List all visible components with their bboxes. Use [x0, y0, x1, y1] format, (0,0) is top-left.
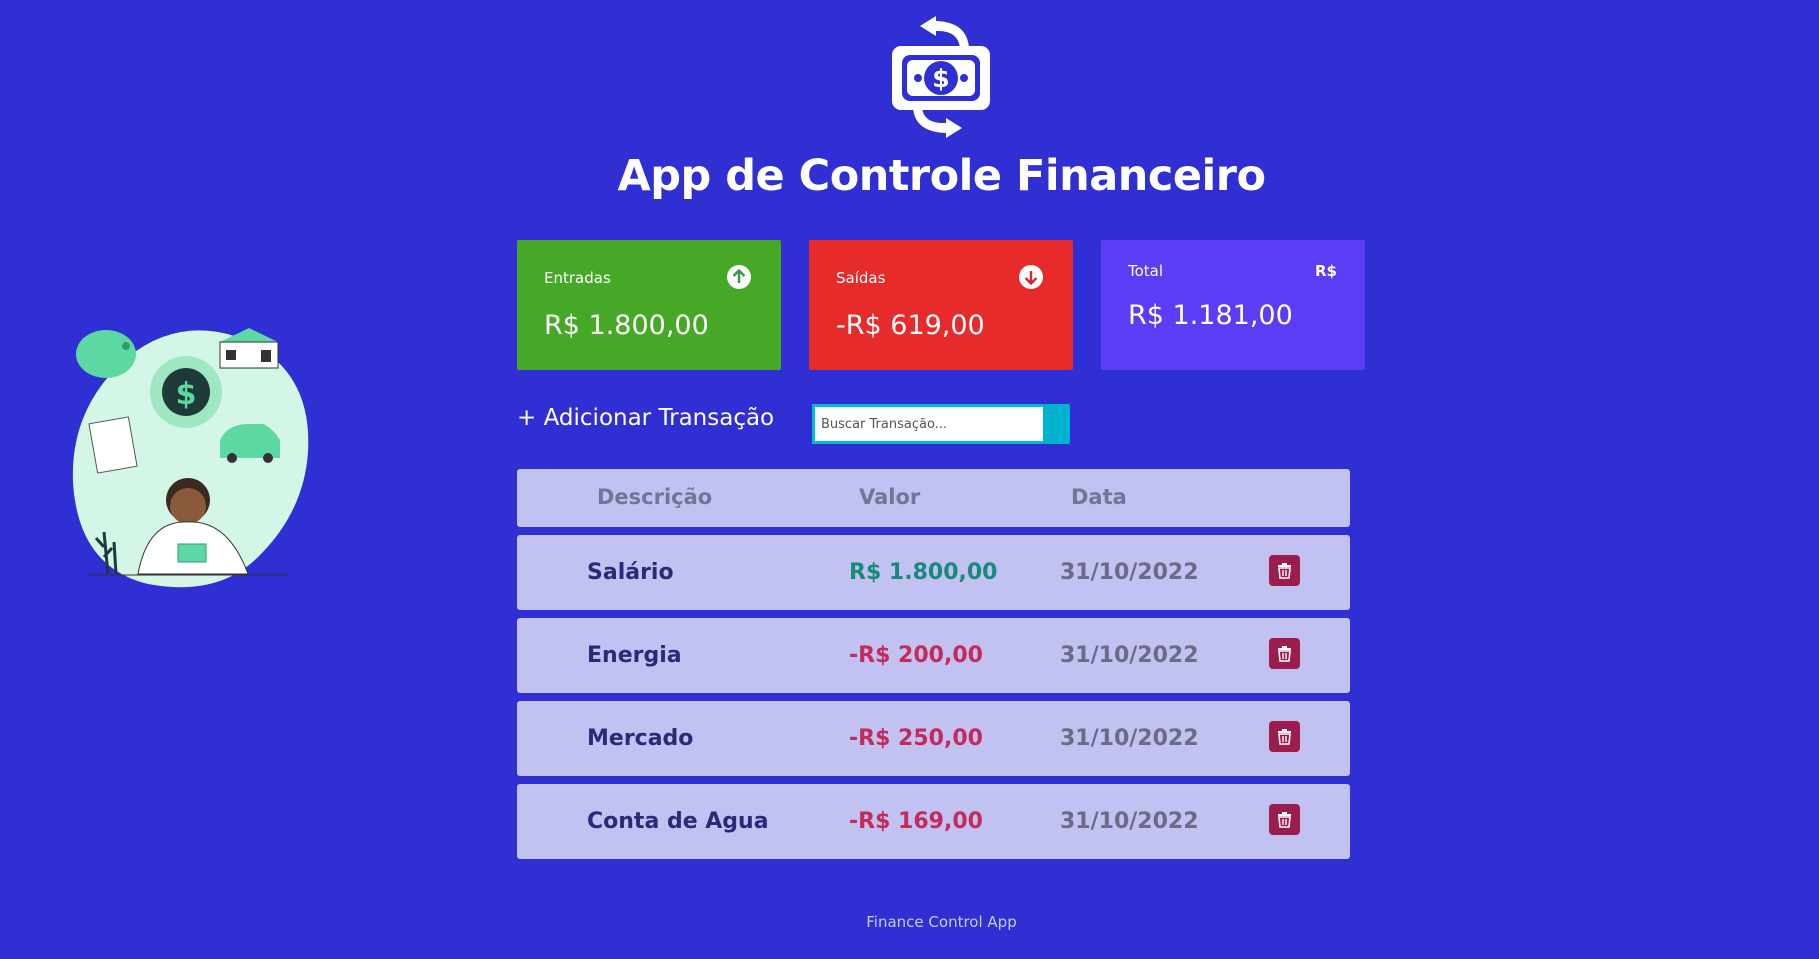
add-transaction-button[interactable]: + Adicionar Transação [517, 405, 774, 431]
expense-label: Saídas [836, 269, 886, 287]
row-value: R$ 1.800,00 [849, 560, 998, 585]
row-description: Conta de Agua [587, 809, 769, 834]
income-card: Entradas R$ 1.800,00 [517, 240, 781, 370]
row-value: -R$ 200,00 [849, 643, 983, 668]
expense-value: -R$ 619,00 [836, 310, 985, 341]
trash-icon [1278, 729, 1291, 745]
svg-text:$: $ [176, 377, 197, 412]
header-description: Descrição [597, 485, 713, 509]
row-description: Salário [587, 560, 674, 585]
svg-text:$: $ [932, 64, 949, 93]
arrow-down-circle-icon [1019, 265, 1043, 289]
row-value: -R$ 250,00 [849, 726, 983, 751]
delete-button[interactable] [1269, 555, 1300, 586]
arrow-up-circle-icon [727, 265, 751, 289]
income-label: Entradas [544, 269, 611, 287]
total-value: R$ 1.181,00 [1128, 300, 1293, 331]
row-date: 31/10/2022 [1060, 726, 1199, 751]
money-exchange-logo-icon: $ [892, 16, 990, 138]
delete-button[interactable] [1269, 638, 1300, 669]
row-value: -R$ 169,00 [849, 809, 983, 834]
row-date: 31/10/2022 [1060, 809, 1199, 834]
page-title: App de Controle Financeiro [617, 151, 1266, 201]
delete-button[interactable] [1269, 721, 1300, 752]
trash-icon [1278, 812, 1291, 828]
row-date: 31/10/2022 [1060, 643, 1199, 668]
header-date: Data [1071, 485, 1127, 509]
row-date: 31/10/2022 [1060, 560, 1199, 585]
row-description: Energia [587, 643, 682, 668]
currency-symbol: R$ [1315, 262, 1337, 280]
transactions-table: Descrição Valor Data Salário R$ 1.800,00… [517, 469, 1350, 867]
table-row: Salário R$ 1.800,00 31/10/2022 [517, 535, 1350, 610]
table-row: Mercado -R$ 250,00 31/10/2022 [517, 701, 1350, 776]
finance-illustration: $ [72, 328, 309, 588]
expense-card: Saídas -R$ 619,00 [809, 240, 1073, 370]
trash-icon [1278, 563, 1291, 579]
table-row: Conta de Agua -R$ 169,00 31/10/2022 [517, 784, 1350, 859]
trash-icon [1278, 646, 1291, 662]
search-button[interactable] [1043, 404, 1070, 444]
search-input[interactable] [812, 404, 1043, 444]
search-bar [812, 404, 1070, 444]
table-header: Descrição Valor Data [517, 469, 1350, 527]
income-value: R$ 1.800,00 [544, 310, 709, 341]
row-description: Mercado [587, 726, 694, 751]
total-label: Total [1128, 262, 1164, 280]
total-card: Total R$ R$ 1.181,00 [1101, 240, 1365, 370]
header-value: Valor [859, 485, 921, 509]
table-row: Energia -R$ 200,00 31/10/2022 [517, 618, 1350, 693]
footer-text: Finance Control App [866, 913, 1017, 931]
delete-button[interactable] [1269, 804, 1300, 835]
